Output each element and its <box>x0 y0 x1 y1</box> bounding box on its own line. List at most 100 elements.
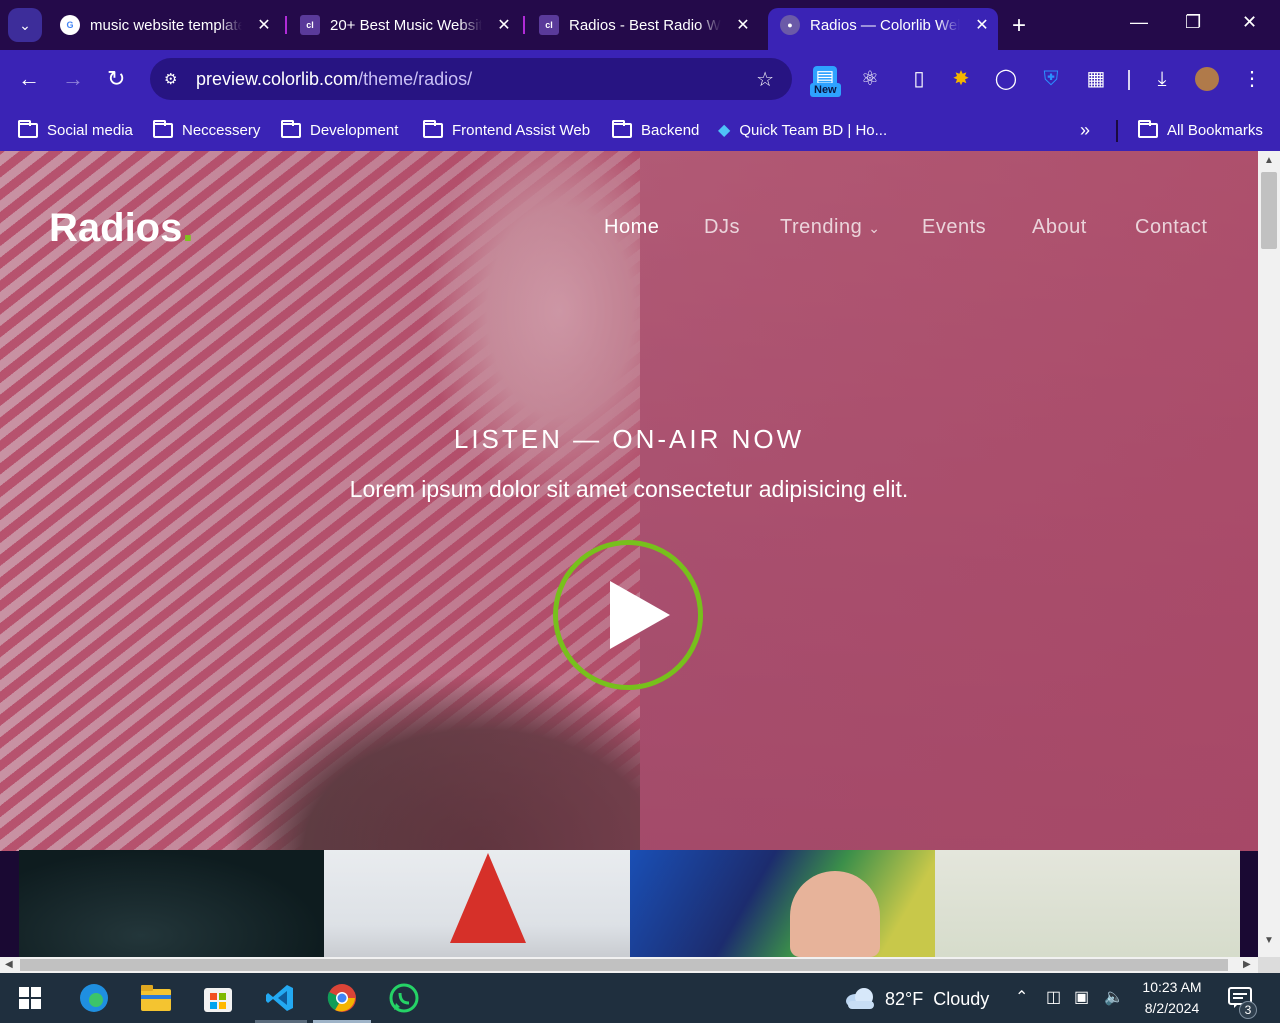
vscode-icon[interactable] <box>264 982 296 1014</box>
tab-3[interactable]: cl Radios - Best Radio Web ✕ <box>527 8 751 42</box>
tab-2[interactable]: cl 20+ Best Music Website ✕ <box>288 8 512 42</box>
nav-events[interactable]: Events <box>922 216 986 239</box>
maple-leaf-image <box>450 853 526 943</box>
windows-start-icon[interactable] <box>14 982 46 1014</box>
tab-separator <box>285 16 287 34</box>
gallery-thumbnail[interactable] <box>630 850 935 957</box>
scroll-up-icon[interactable]: ▲ <box>1264 155 1274 166</box>
tab-title: Radios - Best Radio Web <box>569 16 721 34</box>
colorlib-icon: cl <box>539 15 559 35</box>
bookmark-neccessery[interactable]: Neccessery <box>153 116 260 144</box>
close-icon[interactable]: ✕ <box>735 15 751 35</box>
site-logo[interactable]: Radios. <box>49 206 193 251</box>
tab-strip: ⌄ G music website template ✕ cl 20+ Best… <box>0 0 1280 50</box>
file-explorer-icon[interactable] <box>140 982 172 1014</box>
weather-widget[interactable]: 82°F Cloudy <box>885 989 989 1010</box>
whatsapp-icon[interactable] <box>388 982 420 1014</box>
nav-about[interactable]: About <box>1032 216 1087 239</box>
gallery-thumbnail[interactable] <box>935 850 1240 957</box>
chevron-down-icon: ⌄ <box>19 16 31 33</box>
close-icon[interactable]: ✕ <box>256 15 272 35</box>
nav-home[interactable]: Home <box>604 216 659 239</box>
folder-icon <box>153 119 173 138</box>
close-icon[interactable]: ✕ <box>974 15 990 35</box>
extension-phone-icon[interactable]: ▯ <box>907 67 931 91</box>
meet-now-icon[interactable]: ◫ <box>1046 987 1061 1007</box>
horizontal-scrollbar[interactable]: ◀ ▶ <box>0 957 1258 973</box>
bookmark-backend[interactable]: Backend <box>612 116 699 144</box>
scrollbar-thumb[interactable] <box>1261 172 1277 249</box>
new-badge: New <box>810 83 841 97</box>
globe-icon: ● <box>780 15 800 35</box>
scroll-down-icon[interactable]: ▼ <box>1264 935 1274 946</box>
windows-taskbar: 82°F Cloudy ⌃ ◫ ▣ 🔈 10:23 AM 8/2/2024 3 <box>0 973 1280 1023</box>
vertical-scrollbar[interactable]: ▲ ▼ <box>1258 151 1280 957</box>
folder-icon <box>18 119 38 138</box>
close-icon[interactable]: ✕ <box>496 15 512 35</box>
extension-circle-icon[interactable]: ◯ <box>994 67 1018 91</box>
avatar[interactable] <box>1195 67 1219 91</box>
google-icon: G <box>60 15 80 35</box>
extensions-puzzle-icon[interactable]: ▦ <box>1084 67 1108 91</box>
volume-icon[interactable]: 🔈 <box>1104 987 1124 1007</box>
tab-1[interactable]: G music website template ✕ <box>48 8 272 42</box>
chrome-icon[interactable] <box>326 982 358 1014</box>
nav-djs[interactable]: DJs <box>704 216 740 239</box>
scroll-right-icon[interactable]: ▶ <box>1243 959 1251 970</box>
tab-title: 20+ Best Music Website <box>330 16 482 34</box>
close-window-icon[interactable]: ✕ <box>1242 12 1257 33</box>
browser-toolbar: ← → ↻ ⚙ preview.colorlib.com/theme/radio… <box>0 50 1280 110</box>
tab-search-button[interactable]: ⌄ <box>8 8 42 42</box>
reload-icon[interactable]: ↻ <box>107 66 125 92</box>
hero-subtitle: Lorem ipsum dolor sit amet consectetur a… <box>349 476 909 502</box>
react-devtools-icon[interactable]: ⚛ <box>858 67 882 91</box>
microsoft-store-icon[interactable] <box>202 982 234 1014</box>
forward-icon[interactable]: → <box>62 66 84 92</box>
menu-kebab-icon[interactable]: ⋮ <box>1240 67 1264 91</box>
tab-title: Radios — Colorlib Web <box>810 16 960 34</box>
chevron-up-icon[interactable]: ⌃ <box>1015 987 1028 1007</box>
bookmarks-bar: Social media Neccessery Development Fron… <box>0 110 1280 151</box>
site-settings-icon[interactable]: ⚙ <box>164 70 182 88</box>
chevron-down-icon: ⌄ <box>868 220 881 236</box>
nav-contact[interactable]: Contact <box>1135 216 1207 239</box>
bookmarks-divider <box>1116 120 1118 142</box>
toolbar-divider <box>1128 70 1130 90</box>
edge-icon[interactable] <box>78 982 110 1014</box>
hero-eyebrow: LISTEN — ON-AIR NOW <box>453 424 805 454</box>
cloud-icon <box>844 987 876 1014</box>
tab-4-active[interactable]: ● Radios — Colorlib Web ✕ <box>768 8 998 50</box>
scrollbar-corner <box>1258 957 1280 973</box>
color-picker-icon[interactable]: ✸ <box>949 67 973 91</box>
tab-title: music website template <box>90 16 242 34</box>
more-bookmarks-chevron-icon[interactable]: » <box>1080 116 1090 144</box>
clock[interactable]: 10:23 AM 8/2/2024 <box>1142 979 1202 1016</box>
url-text: preview.colorlib.com/theme/radios/ <box>196 68 473 89</box>
nav-trending[interactable]: Trending ⌄ <box>780 216 881 239</box>
shield-icon[interactable]: ⛨ <box>1039 67 1063 91</box>
download-icon[interactable]: ⤓ <box>1150 67 1174 91</box>
bookmark-quick-team[interactable]: ◆ Quick Team BD | Ho... <box>718 116 887 144</box>
bookmark-social-media[interactable]: Social media <box>18 116 133 144</box>
network-icon[interactable]: ▣ <box>1074 987 1089 1007</box>
minimize-icon[interactable]: — <box>1130 12 1148 33</box>
site-icon: ◆ <box>718 122 731 139</box>
play-button[interactable] <box>553 540 703 690</box>
scrollbar-thumb[interactable] <box>20 959 1228 971</box>
folder-icon <box>612 119 632 138</box>
address-bar[interactable]: ⚙ preview.colorlib.com/theme/radios/ ☆ <box>150 58 792 100</box>
tab-separator <box>523 16 525 34</box>
back-icon[interactable]: ← <box>18 66 40 92</box>
notification-badge: 3 <box>1239 1001 1257 1019</box>
all-bookmarks[interactable]: All Bookmarks <box>1138 116 1263 144</box>
bookmark-development[interactable]: Development <box>281 116 398 144</box>
new-tab-button[interactable]: + <box>1012 12 1026 40</box>
gallery-thumbnail[interactable] <box>19 850 324 957</box>
bookmark-frontend-assist-web[interactable]: Frontend Assist Web <box>423 116 590 144</box>
folder-icon <box>281 119 301 138</box>
dj-image <box>790 871 880 957</box>
restore-icon[interactable]: ❐ <box>1185 12 1201 33</box>
bookmark-star-icon[interactable]: ☆ <box>756 67 774 92</box>
folder-icon <box>1138 119 1158 138</box>
scroll-left-icon[interactable]: ◀ <box>5 959 13 970</box>
